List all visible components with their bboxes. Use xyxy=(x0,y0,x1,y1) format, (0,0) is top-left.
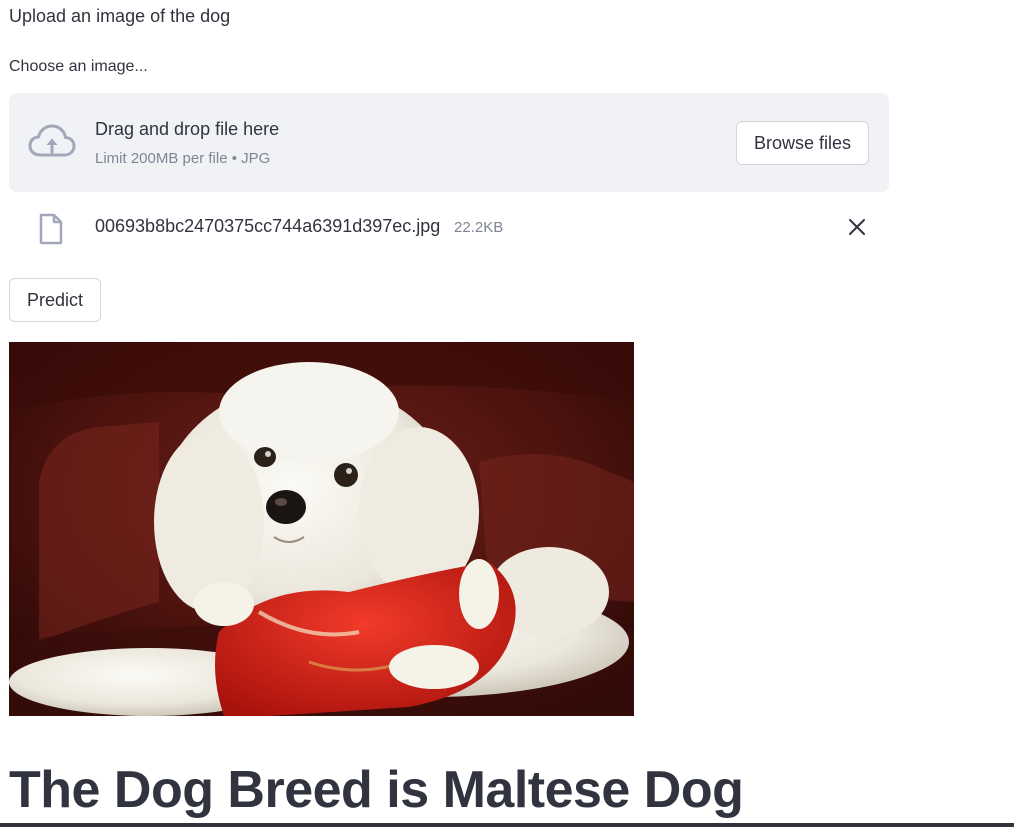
uploaded-file-size: 22.2KB xyxy=(454,219,504,236)
remove-file-button[interactable] xyxy=(844,214,870,240)
intro-text: Upload an image of the dog xyxy=(9,6,231,26)
app-page: Upload an image of the dog Choose an ima… xyxy=(0,0,1014,827)
dropzone-limit-text: Limit 200MB per file • JPG xyxy=(95,150,271,167)
cloud-upload-icon xyxy=(28,123,76,161)
result-heading: The Dog Breed is Maltese Dog xyxy=(9,761,744,819)
file-icon xyxy=(37,213,65,245)
close-icon xyxy=(849,219,865,235)
browse-files-button[interactable]: Browse files xyxy=(736,121,869,165)
uploaded-file-row: 00693b8bc2470375cc744a6391d397ec.jpg 22.… xyxy=(9,205,889,251)
uploaded-file-name: 00693b8bc2470375cc744a6391d397ec.jpg xyxy=(95,216,441,236)
dropzone-title: Drag and drop file here xyxy=(95,119,280,139)
bottom-divider xyxy=(0,823,1014,827)
file-dropzone[interactable]: Drag and drop file here Limit 200MB per … xyxy=(9,93,889,192)
uploader-label: Choose an image... xyxy=(9,58,148,75)
uploaded-dog-image xyxy=(9,342,634,716)
predict-button[interactable]: Predict xyxy=(9,278,101,322)
